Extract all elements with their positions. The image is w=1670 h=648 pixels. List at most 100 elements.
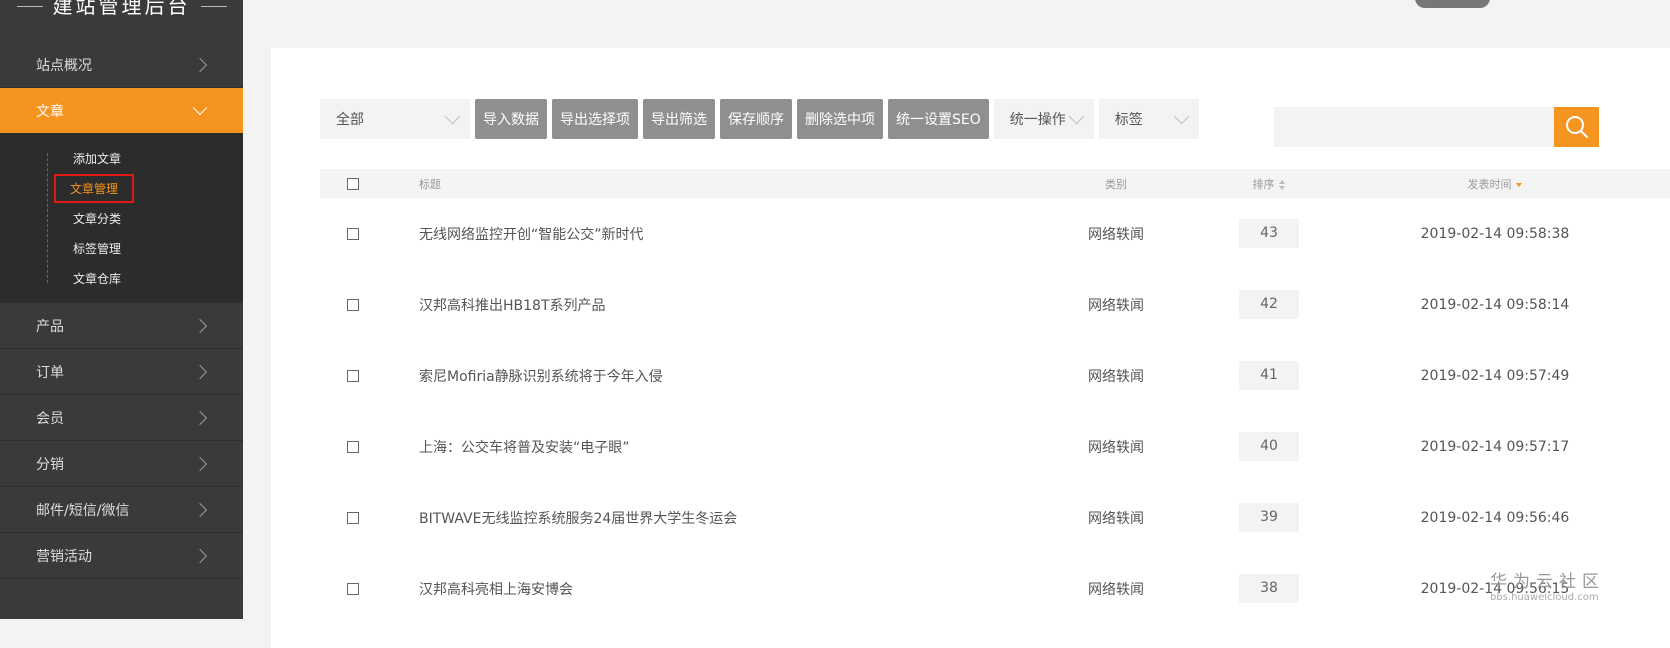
export-filtered-button[interactable]: 导出筛选 [643,99,715,139]
sub-item-add-article[interactable]: 添加文章 [0,143,243,173]
table-row: 汉邦高科推出HB18T系列产品 网络轶闻 42 2019-02-14 09:58… [320,269,1670,340]
search-icon [1565,116,1588,138]
chevron-right-icon [192,410,208,425]
tag-select[interactable]: 标签 [1098,99,1199,139]
filter-select-value: 全部 [336,112,364,128]
row-checkbox[interactable] [347,511,359,524]
row-checkbox[interactable] [347,582,359,595]
header-sort[interactable]: 排序 [1239,176,1299,192]
nav-item-members[interactable]: 会员 [0,395,243,441]
row-title[interactable]: 汉邦高科推出HB18T系列产品 [419,295,606,315]
row-date: 2019-02-14 09:57:49 [1420,367,1570,384]
tag-select-value: 标签 [1114,112,1143,128]
table-row: 索尼Mofiria静脉识别系统将于今年入侵 网络轶闻 41 2019-02-14… [320,340,1670,411]
chevron-down-icon [1068,108,1085,124]
batch-action-select-value: 统一操作 [1009,112,1066,128]
table-row: 无线网络监控开创“智能公交”新时代 网络轶闻 43 2019-02-14 09:… [320,198,1670,269]
header-date-label: 发表时间 [1467,177,1512,191]
nav-item-messaging[interactable]: 邮件/短信/微信 [0,487,243,533]
nav-item-label: 文章 [36,103,64,120]
row-title[interactable]: 索尼Mofiria静脉识别系统将于今年入侵 [419,366,663,386]
row-date: 2019-02-14 09:57:17 [1420,438,1570,455]
save-order-button[interactable]: 保存顺序 [720,99,792,139]
row-checkbox[interactable] [347,440,359,453]
sub-item-label: 文章管理 [53,173,135,203]
nav-item-orders[interactable]: 订单 [0,349,243,395]
sub-item-article-management[interactable]: 文章管理 [0,173,243,203]
row-date: 2019-02-14 09:58:38 [1420,225,1570,242]
search-button[interactable] [1554,107,1599,147]
sub-item-label: 文章仓库 [73,271,122,286]
nav-item-products[interactable]: 产品 [0,303,243,349]
header-sort-label: 排序 [1252,177,1275,191]
sub-item-tag-management[interactable]: 标签管理 [0,233,243,263]
row-title[interactable]: 无线网络监控开创“智能公交”新时代 [419,224,644,244]
chevron-right-icon [192,318,208,333]
chevron-right-icon [192,456,208,471]
sub-item-label: 文章分类 [73,211,122,226]
nav-item-label: 分销 [36,456,64,473]
delete-selected-button[interactable]: 删除选中项 [797,99,883,139]
watermark-main: 华为云社区 [1490,572,1605,592]
select-all-checkbox[interactable] [347,177,359,190]
nav-item-label: 邮件/短信/微信 [36,502,130,519]
watermark: 华为云社区 bbs.huaweicloud.com [1490,572,1605,604]
top-toggle-pill[interactable] [1415,0,1490,8]
row-title[interactable]: 汉邦高科亮相上海安博会 [419,579,573,599]
table-row: BITWAVE无线监控系统服务24届世界大学生冬运会 网络轶闻 39 2019-… [320,482,1670,553]
brand-title: 建站管理后台 [52,0,191,18]
search-box [1274,107,1599,147]
row-sort-input[interactable]: 42 [1239,290,1299,319]
import-data-button[interactable]: 导入数据 [475,99,547,139]
sort-arrows-icon [1278,179,1286,190]
watermark-sub: bbs.huaweicloud.com [1490,592,1599,603]
row-sort-input[interactable]: 40 [1239,432,1299,461]
nav-item-label: 会员 [36,410,64,427]
nav-item-overview[interactable]: 站点概况 [0,42,243,88]
row-category: 网络轶闻 [1088,297,1144,314]
sub-item-article-repository[interactable]: 文章仓库 [0,263,243,293]
row-sort-input[interactable]: 43 [1239,219,1299,248]
table-header: 标题 类别 排序 发表时间 [320,169,1670,198]
row-sort-input[interactable]: 38 [1239,574,1299,603]
chevron-right-icon [192,364,208,379]
content-card: 全部 导入数据 导出选择项 导出筛选 保存顺序 删除选中项 统一设置SEO 统一… [271,48,1670,648]
row-checkbox[interactable] [347,298,359,311]
submenu-guide-line [47,153,48,283]
export-selected-button[interactable]: 导出选择项 [552,99,638,139]
article-submenu: 添加文章 文章管理 文章分类 标签管理 文章仓库 [0,133,243,303]
chevron-right-icon [192,548,208,563]
chevron-right-icon [192,57,208,72]
search-input[interactable] [1274,107,1554,147]
row-sort-input[interactable]: 41 [1239,361,1299,390]
sub-item-article-category[interactable]: 文章分类 [0,203,243,233]
nav-item-articles[interactable]: 文章 [0,88,243,133]
row-checkbox[interactable] [347,369,359,382]
row-category: 网络轶闻 [1088,439,1144,456]
batch-seo-button[interactable]: 统一设置SEO [888,99,989,139]
row-title[interactable]: 上海：公交车将普及安装“电子眼” [419,437,630,457]
row-category: 网络轶闻 [1088,368,1144,385]
row-checkbox[interactable] [347,227,359,240]
chevron-down-icon [1173,108,1190,124]
nav-item-label: 营销活动 [36,548,92,565]
brand-left-rule [16,6,43,7]
row-category: 网络轶闻 [1088,510,1144,527]
nav-item-label: 站点概况 [36,57,92,74]
article-table: 标题 类别 排序 发表时间 无线网络监控开创“智能公交”新时代 网络轶闻 43 … [320,169,1670,624]
row-date: 2019-02-14 09:58:14 [1420,296,1570,313]
header-date[interactable]: 发表时间 [1415,176,1575,192]
brand-right-rule [200,6,227,7]
nav-item-distribution[interactable]: 分销 [0,441,243,487]
nav-item-label: 产品 [36,318,64,335]
row-category: 网络轶闻 [1088,581,1144,598]
toolbar: 全部 导入数据 导出选择项 导出筛选 保存顺序 删除选中项 统一设置SEO 统一… [320,99,1199,139]
chevron-down-icon [192,100,208,115]
filter-select[interactable]: 全部 [320,99,470,139]
row-category: 网络轶闻 [1088,226,1144,243]
table-row: 上海：公交车将普及安装“电子眼” 网络轶闻 40 2019-02-14 09:5… [320,411,1670,482]
row-title[interactable]: BITWAVE无线监控系统服务24届世界大学生冬运会 [419,508,737,528]
row-sort-input[interactable]: 39 [1239,503,1299,532]
batch-action-select[interactable]: 统一操作 [993,99,1094,139]
nav-item-marketing[interactable]: 营销活动 [0,533,243,579]
